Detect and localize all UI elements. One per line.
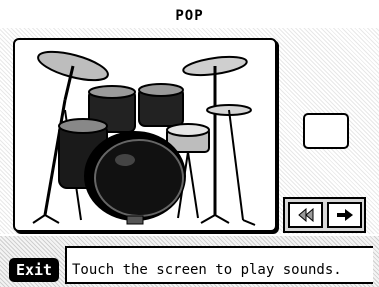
drum-kit-image[interactable] xyxy=(13,38,277,232)
page-navigation xyxy=(283,197,366,233)
message-text: Touch the screen to play sounds. xyxy=(72,262,342,278)
previous-page-button[interactable] xyxy=(288,202,323,228)
message-box: Touch the screen to play sounds. xyxy=(65,246,373,284)
right-arrow-icon xyxy=(336,209,353,221)
pad-button[interactable] xyxy=(303,113,349,149)
screen-title: POP xyxy=(175,8,204,24)
exit-button[interactable]: Exit xyxy=(9,258,59,282)
drum-kit-icon xyxy=(32,50,256,226)
drum-kit-screen: POP Exit Touch the screen to play sounds… xyxy=(0,0,379,287)
double-left-arrow-icon xyxy=(297,208,313,222)
next-page-button[interactable] xyxy=(327,202,362,228)
